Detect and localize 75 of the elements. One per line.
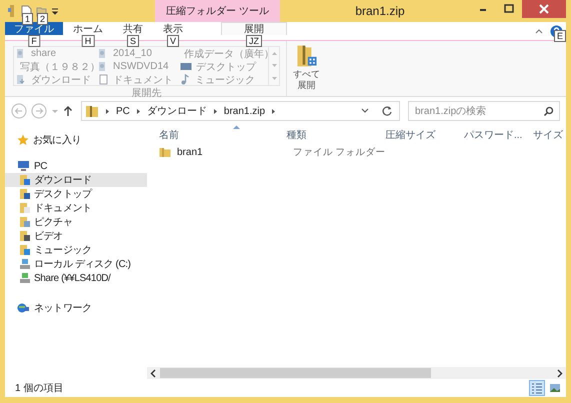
- keytip: 1: [22, 13, 34, 25]
- network-item[interactable]: ネットワーク: [5, 301, 147, 315]
- scroll-right-icon[interactable]: [555, 368, 564, 378]
- column-header[interactable]: 圧縮サイズ: [382, 128, 460, 142]
- pc-item[interactable]: PC: [5, 159, 147, 173]
- nav-item[interactable]: ドキュメント: [5, 201, 147, 215]
- keytip: V: [167, 35, 179, 47]
- ribbon-tab[interactable]: ホーム: [63, 22, 113, 35]
- horizontal-scrollbar[interactable]: [147, 367, 566, 379]
- list-icon: [531, 382, 543, 394]
- download-folder-icon: [16, 74, 27, 85]
- contextual-tab-header: 圧縮フォルダー ツール: [155, 0, 280, 22]
- nav-item[interactable]: ピクチャ: [5, 215, 147, 229]
- keytip: S: [127, 35, 139, 47]
- nav-item[interactable]: ビデオ: [5, 229, 147, 243]
- folder-icon: [19, 230, 31, 242]
- breadcrumb-item[interactable]: ダウンロード: [146, 104, 207, 118]
- column-header[interactable]: パスワード...: [460, 128, 529, 142]
- chevron-icon[interactable]: [271, 108, 276, 114]
- dropdown-icon[interactable]: [51, 7, 59, 15]
- folder-icon: [19, 174, 31, 186]
- ribbon-tab[interactable]: 共有: [113, 22, 153, 35]
- nav-item[interactable]: ミュージック: [5, 243, 147, 257]
- landscape-icon: [549, 382, 561, 394]
- nav-item[interactable]: Share (¥¥LS410D/: [5, 271, 147, 285]
- file-tab[interactable]: ファイル: [5, 22, 63, 35]
- keytip: JZ: [246, 35, 262, 47]
- drive-icon: [19, 258, 31, 270]
- refresh-icon[interactable]: [381, 105, 393, 117]
- file-type: ファイル フォルダー: [293, 146, 386, 158]
- folder-icon: [19, 202, 31, 214]
- up-arrow-icon[interactable]: [63, 105, 73, 117]
- chevron-icon[interactable]: [105, 108, 110, 114]
- ribbon-tab[interactable]: 表示: [153, 22, 193, 35]
- star-icon: [17, 134, 29, 146]
- address-bar[interactable]: PC ダウンロード bran1.zip: [81, 101, 400, 121]
- column-header[interactable]: 種類: [282, 128, 382, 142]
- ribbon-tab[interactable]: 展開: [221, 22, 287, 35]
- details-view-button[interactable]: [529, 380, 545, 396]
- folder-icon: [159, 146, 171, 158]
- extract-all-button[interactable]: すべて 展開: [289, 41, 324, 93]
- nav-item[interactable]: ダウンロード: [5, 173, 147, 187]
- favorites-item[interactable]: お気に入り: [5, 133, 147, 147]
- keytip: 2: [37, 13, 48, 25]
- network-drive-icon: [19, 272, 31, 284]
- column-header[interactable]: サイズ: [528, 128, 566, 142]
- keytip: E: [554, 30, 566, 42]
- breadcrumb-item[interactable]: PC: [116, 106, 130, 116]
- scrollbar-thumb[interactable]: [160, 368, 432, 378]
- nav-item[interactable]: デスクトップ: [5, 187, 147, 201]
- folder-icon: [19, 244, 31, 256]
- zip-folder-icon: [85, 104, 99, 118]
- search-icon: [543, 106, 554, 117]
- file-row[interactable]: bran1 ファイル フォルダー: [147, 143, 566, 161]
- file-name: bran1: [177, 146, 203, 158]
- chevron-icon[interactable]: [212, 108, 218, 114]
- music-note-icon: [180, 74, 191, 85]
- group-label: 展開先: [130, 86, 162, 100]
- network-icon: [17, 302, 30, 314]
- item-count: 1 個の項目: [15, 382, 64, 395]
- collapse-ribbon-icon[interactable]: [534, 27, 544, 35]
- window-title: bran1.zip: [354, 4, 406, 18]
- chevron-icon[interactable]: [136, 108, 141, 114]
- computer-icon: [17, 160, 30, 172]
- history-dropdown-icon[interactable]: [361, 108, 369, 114]
- folder-icon: [19, 216, 31, 228]
- keytip: F: [28, 35, 40, 47]
- scroll-left-icon[interactable]: [149, 368, 158, 378]
- close-button[interactable]: [522, 0, 566, 18]
- folder-icon: [19, 188, 31, 200]
- keytip: H: [82, 35, 94, 47]
- breadcrumb-item[interactable]: bran1.zip: [224, 106, 266, 116]
- search-field[interactable]: bran1.zipの検索: [408, 101, 560, 121]
- desktop-icon: [180, 61, 192, 72]
- nav-item[interactable]: ローカル ディスク (C:): [5, 257, 147, 271]
